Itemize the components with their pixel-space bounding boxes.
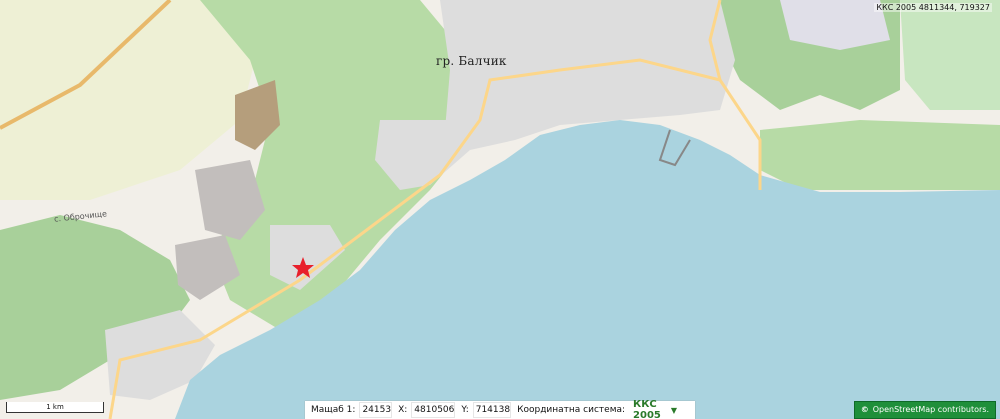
town-label: гр. Балчик xyxy=(436,54,507,68)
y-label: Y: xyxy=(461,405,469,415)
coordinate-system-value[interactable]: ККС 2005 xyxy=(633,399,661,419)
attribution[interactable]: © OpenStreetMap contributors. xyxy=(853,401,996,419)
map-viewport[interactable]: гр. Балчик с. Оброчище ККС 2005 4811344,… xyxy=(0,0,1000,419)
scale-label: Мащаб 1: xyxy=(311,405,356,415)
scale-value-field[interactable]: 24153 xyxy=(359,402,393,418)
coordinate-system-dropdown-icon[interactable]: ▼ xyxy=(671,406,677,415)
y-value-field[interactable]: 714138 xyxy=(472,402,512,418)
x-value-field[interactable]: 4810506 xyxy=(411,402,456,418)
coordinate-system-label: Координатна система: xyxy=(517,405,626,415)
scale-bar-label: 1 km xyxy=(46,403,64,411)
x-label: X: xyxy=(398,405,408,415)
forest-east-coast xyxy=(760,120,1000,190)
scale-bar: 1 km xyxy=(6,402,104,413)
cursor-coordinates: ККС 2005 4811344, 719327 xyxy=(874,3,992,12)
copyright-symbol: © xyxy=(860,405,869,414)
status-bar: Мащаб 1: 24153 X: 4810506 Y: 714138 Коор… xyxy=(305,399,695,419)
attribution-text[interactable]: OpenStreetMap contributors. xyxy=(873,405,989,414)
